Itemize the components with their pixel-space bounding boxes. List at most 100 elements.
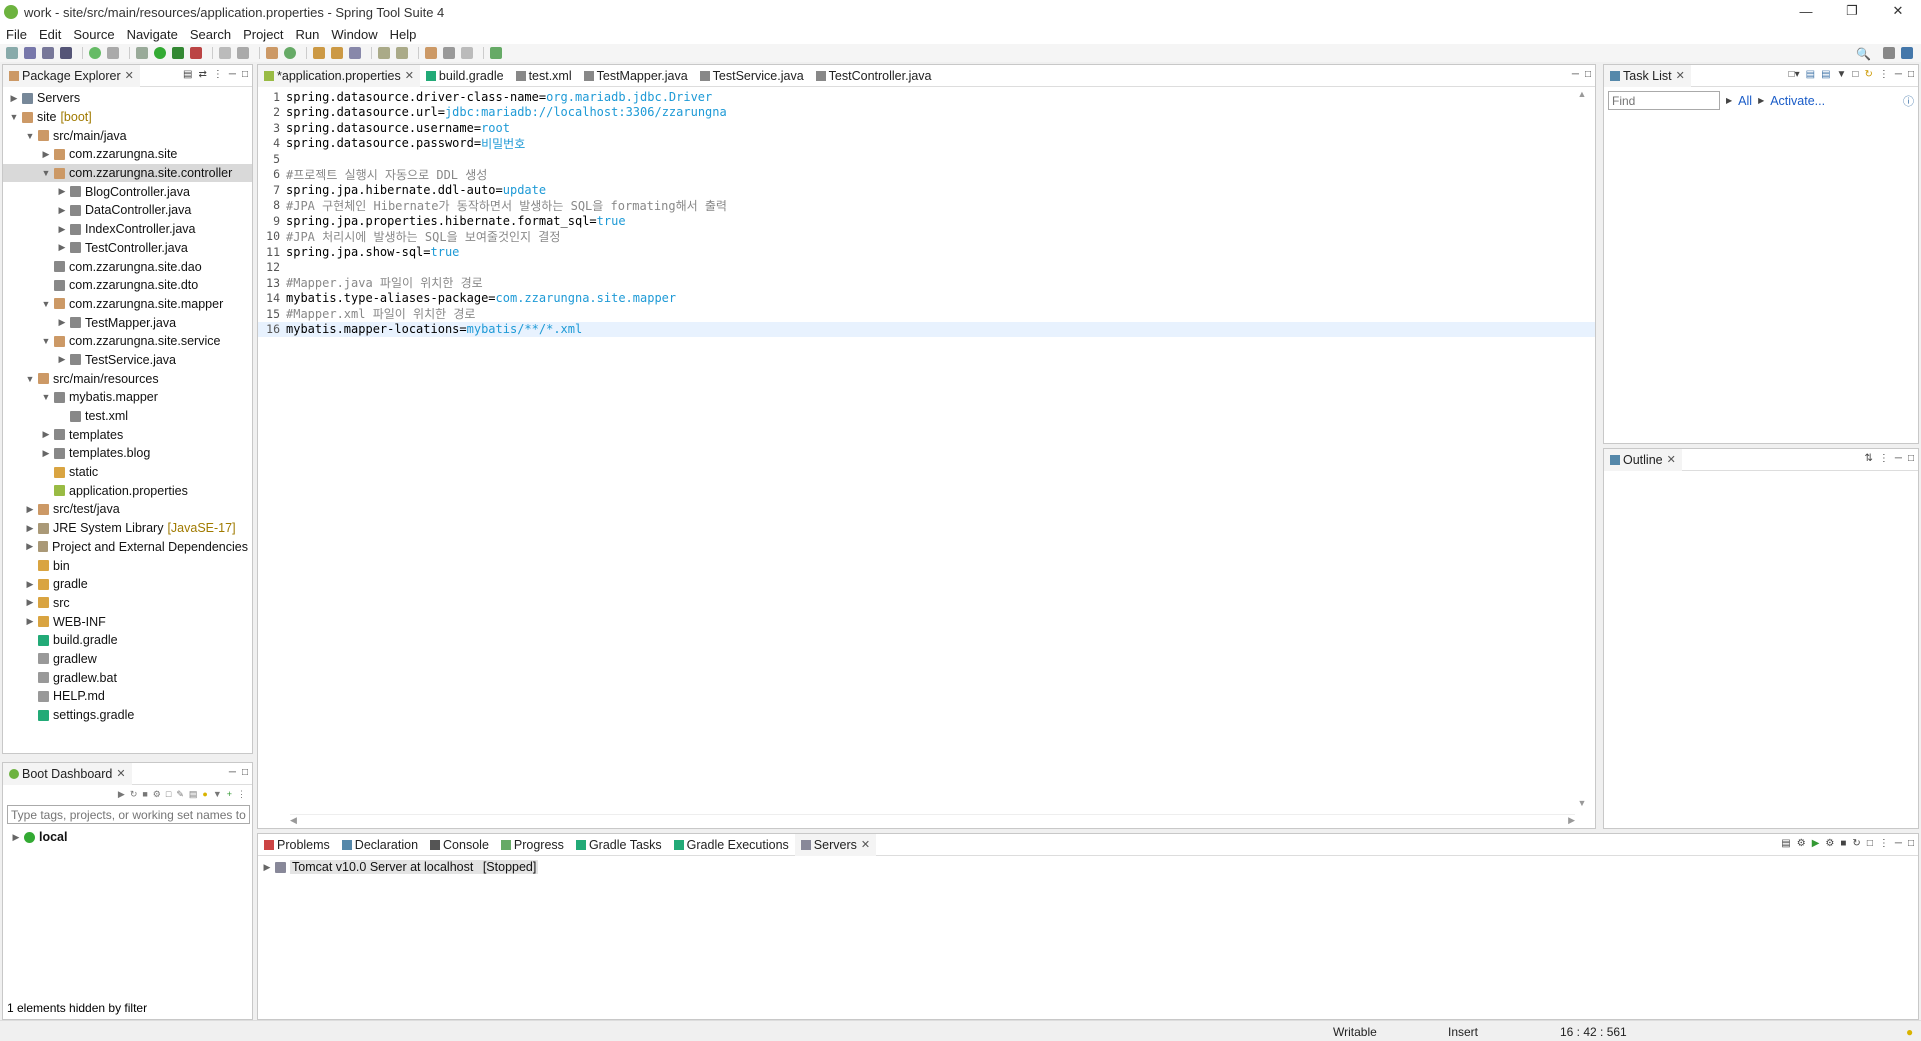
chevron-down-icon[interactable]: ▼ xyxy=(25,131,35,141)
minimize-view-icon[interactable]: ─ xyxy=(1895,838,1902,849)
boot-filter-input[interactable] xyxy=(7,805,250,824)
tab-package-explorer[interactable]: Package Explorer ✕ xyxy=(3,64,140,87)
maximize-view-icon[interactable]: □ xyxy=(1908,453,1914,464)
view-menu-icon[interactable]: ⋮ xyxy=(1879,453,1889,464)
tree-item[interactable]: ▶ TestMapper.java xyxy=(3,313,252,332)
tree-item[interactable]: ▼ com.zzarungna.site.controller xyxy=(3,163,252,183)
categorized-icon[interactable]: ▤ xyxy=(1806,69,1815,80)
editor-tab[interactable]: TestController.java xyxy=(810,65,938,87)
code-line[interactable]: 12 xyxy=(258,260,1595,276)
tree-item[interactable]: ▶ src xyxy=(3,594,252,613)
chevron-right-icon[interactable]: ▶ xyxy=(57,205,67,216)
bottom-tab[interactable]: Servers ✕ xyxy=(794,833,877,856)
new-task-icon[interactable]: □▾ xyxy=(1789,69,1800,80)
menu-source[interactable]: Source xyxy=(73,27,114,42)
close-icon[interactable]: ✕ xyxy=(116,767,125,780)
chevron-right-icon[interactable]: ▶ xyxy=(57,354,67,365)
save-all-icon[interactable] xyxy=(42,47,54,59)
tree-item[interactable]: ▶ templates.blog xyxy=(3,444,252,463)
tab-boot-dashboard[interactable]: Boot Dashboard ✕ xyxy=(3,762,132,785)
tree-item[interactable]: ▶ TestService.java xyxy=(3,351,252,370)
view-menu-icon[interactable]: ⋮ xyxy=(1879,69,1889,80)
menu-run[interactable]: Run xyxy=(296,27,320,42)
external-tools-icon[interactable] xyxy=(190,47,202,59)
search-icon[interactable]: 🔍 xyxy=(1856,47,1871,61)
annotation-next-icon[interactable] xyxy=(378,47,390,59)
tab-outline[interactable]: Outline ✕ xyxy=(1604,448,1682,471)
chevron-right-icon[interactable]: ▶ xyxy=(262,862,272,873)
tree-item[interactable]: static xyxy=(3,463,252,482)
chevron-down-icon[interactable]: ▼ xyxy=(9,112,19,122)
chevron-right-icon[interactable]: ▶ xyxy=(11,832,21,843)
scroll-down-icon[interactable]: ▼ xyxy=(1578,798,1587,808)
vertical-scrollbar[interactable]: ▲ ▼ xyxy=(1577,89,1587,808)
close-window-button[interactable]: ✕ xyxy=(1875,0,1921,22)
console-icon[interactable]: □ xyxy=(166,789,171,799)
chevron-right-icon[interactable]: ▶ xyxy=(41,429,51,440)
code-line[interactable]: 13 #Mapper.java 파일이 위치한 경로 xyxy=(258,275,1595,291)
chevron-right-icon[interactable]: ▶ xyxy=(25,597,35,608)
task-find-input[interactable] xyxy=(1608,91,1720,110)
start-icon[interactable]: ▶ xyxy=(118,789,125,800)
code-line[interactable]: 6 #프로젝트 실행시 자동으로 DDL 생성 xyxy=(258,167,1595,183)
menu-search[interactable]: Search xyxy=(190,27,231,42)
tree-item[interactable]: ▶ WEB-INF xyxy=(3,612,252,631)
scroll-left-icon[interactable]: ◀ xyxy=(290,815,297,826)
java-perspective-icon[interactable] xyxy=(1901,47,1913,59)
back-icon[interactable] xyxy=(443,47,455,59)
tree-item[interactable]: ▶ DataController.java xyxy=(3,201,252,220)
boot-icon[interactable] xyxy=(89,47,101,59)
minimize-view-icon[interactable]: ─ xyxy=(1572,69,1579,80)
coverage-icon[interactable] xyxy=(172,47,184,59)
chevron-right-icon[interactable]: ▶ xyxy=(9,93,19,104)
code-line[interactable]: 1 spring.datasource.driver-class-name= org… xyxy=(258,89,1595,105)
publish-icon[interactable]: ↻ xyxy=(1852,838,1860,849)
minimize-view-icon[interactable]: ─ xyxy=(1895,453,1902,464)
code-line[interactable]: 4 spring.datasource.password= 비밀번호 xyxy=(258,136,1595,152)
build-icon[interactable] xyxy=(237,47,249,59)
code-line[interactable]: 11 spring.jpa.show-sql= true xyxy=(258,244,1595,260)
code-editor[interactable]: 1 spring.datasource.driver-class-name= org… xyxy=(258,87,1595,337)
code-line[interactable]: 7 spring.jpa.hibernate.ddl-auto= update xyxy=(258,182,1595,198)
maximize-view-icon[interactable]: □ xyxy=(1908,69,1914,80)
menu-navigate[interactable]: Navigate xyxy=(127,27,178,42)
view-menu-icon[interactable]: ⋮ xyxy=(213,69,223,80)
chevron-down-icon[interactable]: ▼ xyxy=(25,374,35,384)
tree-item[interactable]: gradlew xyxy=(3,650,252,669)
forward-icon[interactable] xyxy=(461,47,473,59)
profile-server-icon[interactable]: ⚙ xyxy=(1825,838,1834,849)
chevron-right-icon[interactable]: ▶ xyxy=(25,504,35,515)
filter-icon[interactable]: ▼ xyxy=(1837,69,1847,80)
add-icon[interactable]: + xyxy=(227,789,232,799)
all-tasks-link[interactable]: All xyxy=(1738,94,1752,108)
tree-item[interactable]: ▶ Project and External Dependencies xyxy=(3,538,252,557)
last-edit-icon[interactable] xyxy=(425,47,437,59)
maximize-view-icon[interactable]: □ xyxy=(242,767,248,778)
restore-button[interactable]: ❐ xyxy=(1829,0,1875,22)
save-icon[interactable] xyxy=(24,47,36,59)
chevron-right-icon[interactable]: ▶ xyxy=(41,448,51,459)
stop-icon[interactable]: ■ xyxy=(142,789,147,799)
chevron-right-icon[interactable]: ▶ xyxy=(25,523,35,534)
maximize-view-icon[interactable]: □ xyxy=(1908,838,1914,849)
bottom-tab[interactable]: Problems xyxy=(258,834,336,856)
tree-item[interactable]: ▼ src/main/java xyxy=(3,126,252,145)
menu-edit[interactable]: Edit xyxy=(39,27,61,42)
chevron-right-icon[interactable]: ▶ xyxy=(25,579,35,590)
minimize-view-icon[interactable]: ─ xyxy=(229,767,236,778)
bottom-tab[interactable]: Declaration xyxy=(336,834,424,856)
filter-icon[interactable]: ▼ xyxy=(213,789,222,799)
new-icon[interactable] xyxy=(6,47,18,59)
new-package-icon[interactable] xyxy=(266,47,278,59)
tree-item[interactable]: ▼ src/main/resources xyxy=(3,369,252,388)
sync-icon[interactable]: ↻ xyxy=(1864,69,1872,80)
tree-item[interactable]: com.zzarungna.site.dao xyxy=(3,257,252,276)
tree-item[interactable]: application.properties xyxy=(3,481,252,500)
disconnect-icon[interactable]: □ xyxy=(1867,838,1873,849)
editor-tab[interactable]: *application.properties ✕ xyxy=(258,64,420,87)
collapse-all-icon[interactable]: ▤ xyxy=(183,69,192,80)
chevron-right-icon[interactable]: ▶ xyxy=(57,317,67,328)
code-line[interactable]: 10 #JPA 처리시에 발생하는 SQL을 보여줄것인지 결정 xyxy=(258,229,1595,245)
code-line[interactable]: 15 #Mapper.xml 파일이 위치한 경로 xyxy=(258,306,1595,322)
open-type-icon[interactable] xyxy=(313,47,325,59)
